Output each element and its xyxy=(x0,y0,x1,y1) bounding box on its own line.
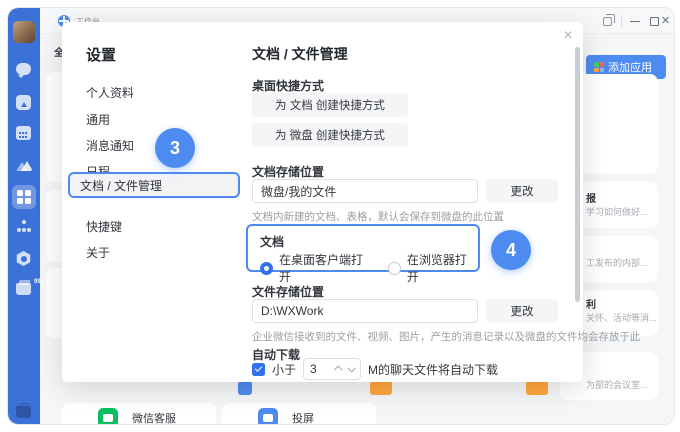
app-card-label: 投屏 xyxy=(292,410,314,425)
menu-item-shortcuts[interactable]: 快捷键 xyxy=(86,218,122,235)
create-doc-shortcut-button[interactable]: 为 文档 创建快捷方式 xyxy=(252,93,408,117)
sidebar: 99+ xyxy=(8,8,40,424)
send-arrow-icon[interactable] xyxy=(8,95,40,111)
unread-count-badge: 99+ xyxy=(34,279,44,285)
menu-item-label: 文档 / 文件管理 xyxy=(80,177,162,194)
step-badge-4: 4 xyxy=(491,230,531,270)
doc-location-input[interactable] xyxy=(252,179,478,203)
settings-content: 文档 / 文件管理 桌面快捷方式 为 文档 创建快捷方式 为 微盘 创建快捷方式… xyxy=(252,22,583,382)
modal-scrollbar-thumb[interactable] xyxy=(575,47,580,302)
file-location-hint: 企业微信接收到的文件、视频、图片，产生的消息记录以及微盘的文件均会存放于此 xyxy=(252,329,641,344)
maximize-button[interactable] xyxy=(650,8,659,34)
doc-location-change-button[interactable]: 更改 xyxy=(486,179,558,203)
create-drive-shortcut-button[interactable]: 为 微盘 创建快捷方式 xyxy=(252,123,408,147)
org-chart-icon[interactable] xyxy=(8,220,40,236)
stepper-up-icon[interactable] xyxy=(334,365,342,373)
card-text-fragment: 为部的会议室... xyxy=(586,378,658,391)
settings-modal: ✕ 设置 个人资料 通用 消息通知 日程 文档 / 文件管理 快捷键 关于 文档… xyxy=(62,22,583,382)
screencast-icon xyxy=(258,408,278,425)
card-text-fragment: 学习如何做好... xyxy=(586,205,658,218)
briefcase-icon[interactable] xyxy=(8,406,40,422)
colorful-grid-icon xyxy=(594,62,604,72)
app-tile-fragment xyxy=(238,381,252,395)
app-card-label: 微信客服 xyxy=(132,410,176,425)
app-tile-fragment xyxy=(370,381,392,395)
calendar-icon[interactable] xyxy=(8,126,40,142)
card-text-fragment: 关怀、活动等消... xyxy=(586,311,658,324)
popout-window-button[interactable] xyxy=(603,8,612,34)
wechat-service-icon xyxy=(98,408,118,425)
minimize-button[interactable] xyxy=(630,8,640,34)
settings-title: 设置 xyxy=(86,44,116,65)
chat-icon[interactable] xyxy=(8,63,40,79)
file-location-change-button[interactable]: 更改 xyxy=(486,299,558,323)
add-app-label: 添加应用 xyxy=(608,59,652,75)
close-window-button[interactable]: ✕ xyxy=(661,8,674,34)
menu-item-about[interactable]: 关于 xyxy=(86,244,110,261)
card-text-fragment: 工发布的内部... xyxy=(586,256,658,269)
doc-location-hint: 文档内新建的文档、表格，默认会保存到微盘的此位置 xyxy=(252,209,504,224)
menu-item-general[interactable]: 通用 xyxy=(86,111,110,128)
wedrive-mountains-icon[interactable] xyxy=(8,157,40,173)
app-card-wechat-service[interactable]: 微信客服 xyxy=(62,403,216,424)
menu-item-profile[interactable]: 个人资料 xyxy=(86,84,134,101)
file-location-input[interactable] xyxy=(252,299,478,323)
titlebar-divider xyxy=(621,8,622,34)
avatar[interactable] xyxy=(8,21,40,43)
radio-open-in-browser-label: 在浏览器打开 xyxy=(407,251,478,285)
auto-download-checkbox-checked[interactable] xyxy=(252,363,265,376)
auto-download-row: 小于 3 M的聊天文件将自动下载 xyxy=(252,358,498,380)
menu-item-notifications[interactable]: 消息通知 xyxy=(86,137,134,154)
stepper-down-icon[interactable] xyxy=(347,364,355,372)
file-location-label: 文件存储位置 xyxy=(252,283,324,300)
radio-open-in-client-label: 在桌面客户端打开 xyxy=(279,251,374,285)
radio-open-in-client-selected[interactable] xyxy=(260,262,273,275)
doc-location-label: 文档存储位置 xyxy=(252,163,324,180)
size-value: 3 xyxy=(310,362,330,376)
card-title-fragment: 利 xyxy=(586,296,658,311)
auto-download-prefix: 小于 xyxy=(272,361,296,378)
inbox-tray-icon[interactable]: 99+ xyxy=(8,283,40,299)
card-title-fragment: 报 xyxy=(586,190,658,205)
size-stepper[interactable]: 3 xyxy=(303,358,361,380)
settings-menu: 设置 个人资料 通用 消息通知 日程 文档 / 文件管理 快捷键 关于 xyxy=(62,22,252,382)
app-tile-fragment xyxy=(526,381,548,395)
workbench-grid-icon-active[interactable] xyxy=(8,185,40,209)
desktop-shortcut-label: 桌面快捷方式 xyxy=(252,77,324,94)
doc-open-highlight-box: 文档 在桌面客户端打开 在浏览器打开 xyxy=(246,224,480,272)
app-card-screencast[interactable]: 投屏 xyxy=(222,403,376,424)
admin-hexagon-icon[interactable] xyxy=(8,251,40,267)
auto-download-suffix: M的聊天文件将自动下载 xyxy=(368,361,498,378)
menu-item-doc-file-management-selected[interactable]: 文档 / 文件管理 xyxy=(68,172,240,198)
step-badge-3: 3 xyxy=(155,128,195,168)
content-heading: 文档 / 文件管理 xyxy=(252,44,348,64)
doc-open-label: 文档 xyxy=(260,233,284,250)
radio-open-in-browser[interactable] xyxy=(388,262,401,275)
